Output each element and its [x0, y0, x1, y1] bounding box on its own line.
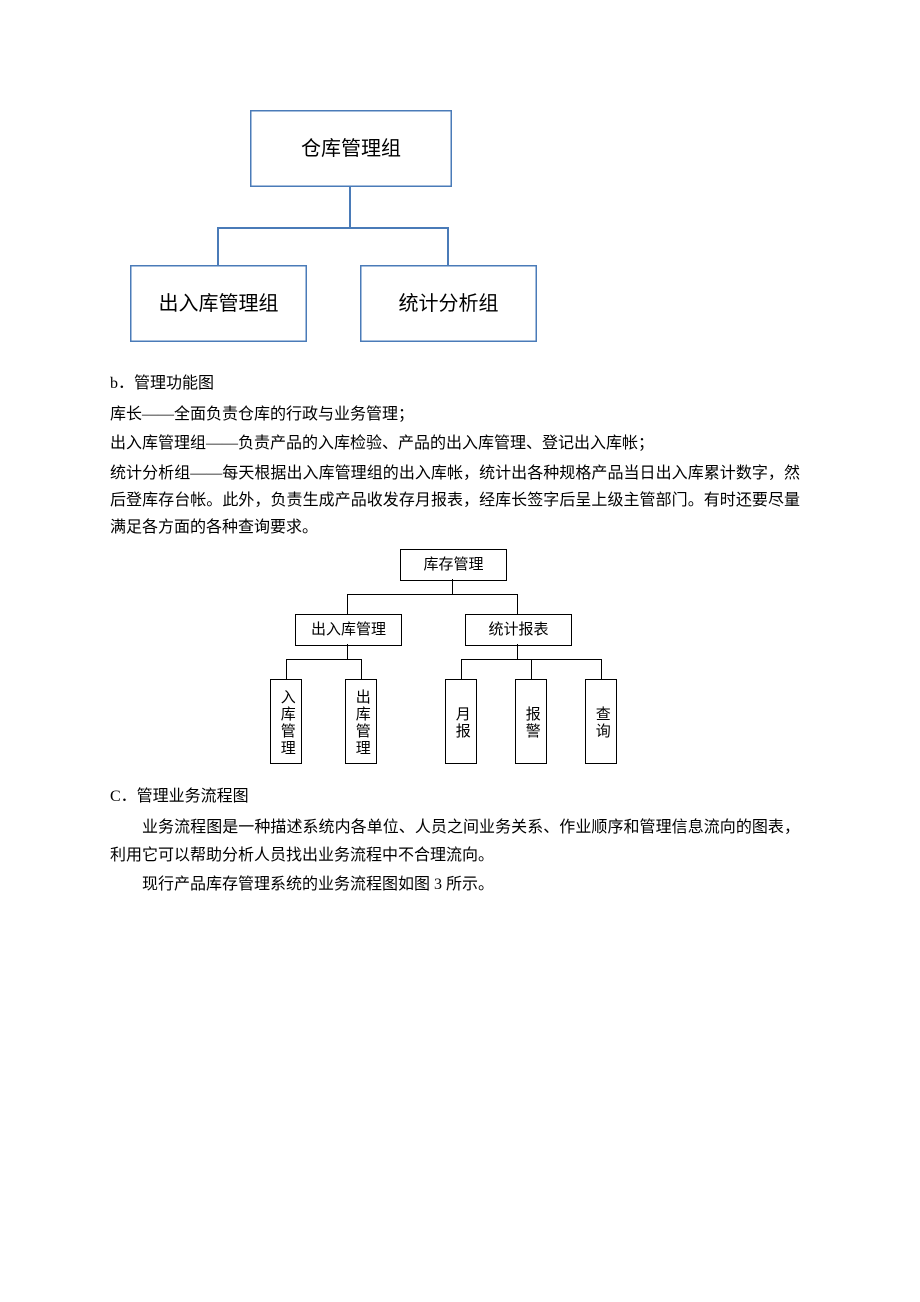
tree-root: 库存管理: [400, 549, 507, 581]
section-b-title: b．管理功能图: [110, 370, 800, 397]
section-b-line3: 统计分析组——每天根据出入库管理组的出入库帐，统计出各种规格产品当日出入库累计数…: [110, 460, 800, 542]
org-connector: [447, 227, 449, 265]
tree-connector: [286, 659, 287, 679]
org-connector: [217, 227, 449, 229]
tree-connector: [286, 659, 361, 660]
document-page: 仓库管理组 出入库管理组 统计分析组 b．管理功能图 库长——全面负责仓库的行政…: [0, 0, 920, 940]
tree-node-inout: 出入库管理: [295, 614, 402, 646]
tree-leaf: 查询: [585, 679, 617, 764]
tree-leaf: 报警: [515, 679, 547, 764]
tree-leaf: 入库管理: [270, 679, 302, 764]
tree-leaf: 出库管理: [345, 679, 377, 764]
org-box-right: 统计分析组: [360, 265, 537, 342]
tree-connector: [517, 644, 518, 659]
tree-connector: [347, 594, 517, 595]
tree-connector: [347, 644, 348, 659]
tree-connector: [517, 594, 518, 614]
section-c-p2: 现行产品库存管理系统的业务流程图如图 3 所示。: [110, 871, 800, 898]
org-chart: 仓库管理组 出入库管理组 统计分析组: [120, 110, 540, 350]
org-connector: [349, 187, 351, 227]
tree-leaf: 月报: [445, 679, 477, 764]
section-b-line2: 出入库管理组——负责产品的入库检验、产品的出入库管理、登记出入库帐；: [110, 430, 800, 457]
org-box-left: 出入库管理组: [130, 265, 307, 342]
section-b-line1: 库长——全面负责仓库的行政与业务管理；: [110, 401, 800, 428]
tree-connector: [452, 579, 453, 594]
tree-connector: [461, 659, 462, 679]
tree-connector: [531, 659, 532, 679]
org-box-top: 仓库管理组: [250, 110, 452, 187]
org-connector: [217, 227, 219, 265]
section-c-title: C．管理业务流程图: [110, 783, 800, 810]
function-tree-chart: 库存管理 出入库管理 统计报表 入库管理 出库管理 月报 报警 查询: [240, 549, 670, 769]
section-c-p1: 业务流程图是一种描述系统内各单位、人员之间业务关系、作业顺序和管理信息流向的图表…: [110, 814, 800, 868]
tree-connector: [601, 659, 602, 679]
tree-connector: [347, 594, 348, 614]
tree-node-report: 统计报表: [465, 614, 572, 646]
tree-connector: [361, 659, 362, 679]
